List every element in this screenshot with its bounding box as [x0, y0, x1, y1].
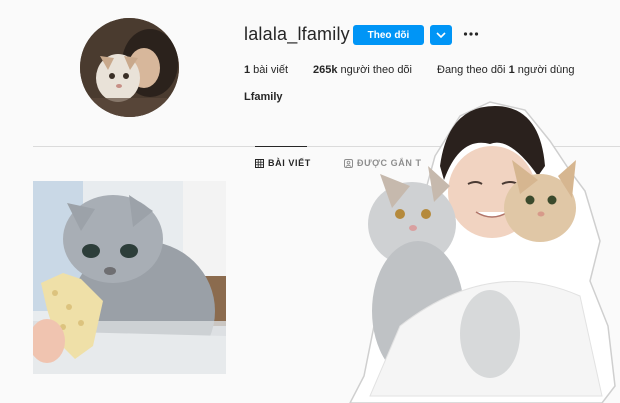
following-suffix: người dùng — [514, 64, 575, 76]
following-stat[interactable]: Đang theo dõi 1 người dùng — [437, 64, 575, 76]
suggestions-dropdown-button[interactable] — [430, 25, 452, 45]
followers-stat[interactable]: 265k người theo dõi — [313, 64, 412, 76]
post-thumbnail[interactable] — [33, 181, 226, 374]
profile-username: lalala_lfamily — [244, 24, 350, 44]
tab-posts[interactable]: BÀI VIẾT — [255, 158, 311, 168]
profile-avatar[interactable] — [80, 18, 179, 117]
posts-count-stat: 1 bài viết — [244, 64, 288, 76]
follow-button[interactable]: Theo dõi — [353, 25, 424, 45]
active-tab-indicator — [255, 146, 307, 147]
chevron-down-icon — [436, 32, 446, 39]
following-prefix: Đang theo dõi — [437, 64, 509, 76]
grid-icon — [255, 158, 264, 168]
posts-label: bài viết — [250, 64, 289, 76]
followers-count: 265k — [313, 64, 338, 76]
followers-label: người theo dõi — [337, 64, 412, 76]
post-image-cat-eating — [33, 181, 226, 374]
more-options-icon[interactable] — [463, 28, 479, 40]
profile-full-name: Lfamily — [244, 91, 283, 103]
tab-posts-label: BÀI VIẾT — [268, 158, 311, 168]
sticker-person-with-cats — [349, 101, 616, 403]
avatar-image — [80, 18, 179, 117]
